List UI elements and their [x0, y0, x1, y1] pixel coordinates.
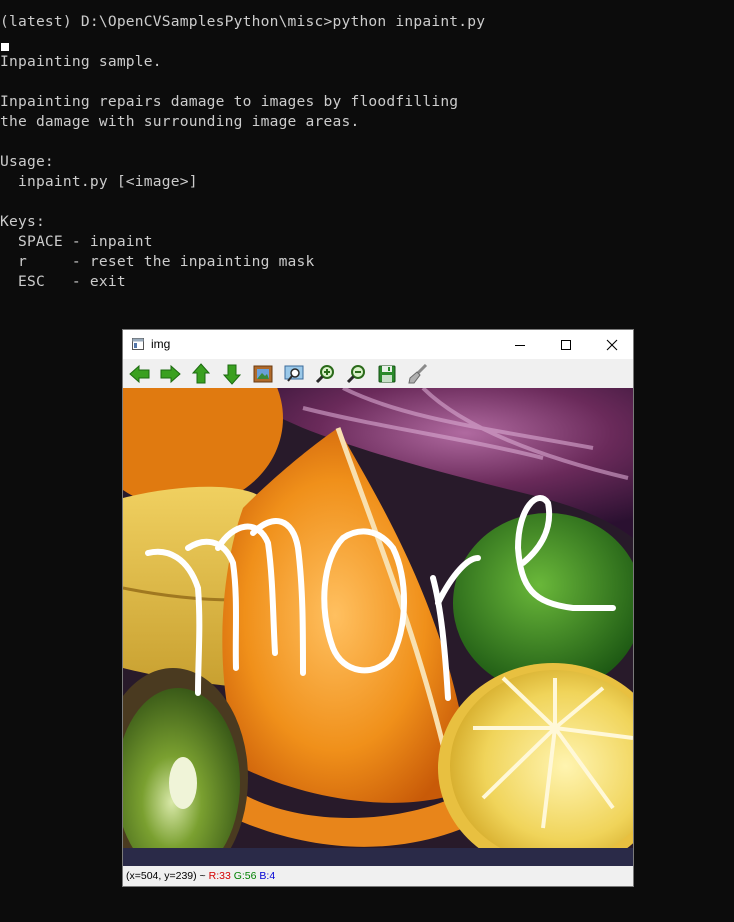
zoom-fit-button[interactable] [281, 362, 307, 386]
zoom-in-icon [315, 365, 334, 384]
console-cursor [1, 43, 9, 51]
console-line-keys-label: Keys: [0, 213, 45, 230]
image-window: img (x=504, y=239) ~ R:33 G:56 B:4 [122, 329, 634, 887]
window-app-icon [132, 338, 144, 350]
properties-button[interactable] [405, 362, 431, 386]
status-b-value: B:4 [259, 870, 276, 882]
status-r-value: R:33 [208, 870, 231, 882]
window-title: img [151, 337, 171, 351]
arrow-up-icon [191, 363, 211, 384]
pan-down-button[interactable] [219, 362, 245, 386]
console-line-heading: Inpainting sample. [0, 53, 162, 70]
console-line-usage: inpaint.py [<image>] [0, 173, 198, 190]
console-line-description-2: the damage with surrounding image areas. [0, 113, 360, 130]
image-icon [253, 365, 273, 383]
image-toolbar [123, 359, 633, 388]
zoom-original-button[interactable] [250, 362, 276, 386]
console-line-key-space: SPACE - inpaint [0, 233, 153, 250]
zoom-out-icon [346, 365, 365, 384]
zoom-window-icon [284, 365, 304, 382]
maximize-button[interactable] [543, 330, 589, 359]
minimize-icon [515, 344, 525, 346]
window-titlebar[interactable]: img [123, 330, 633, 359]
image-canvas[interactable] [123, 388, 633, 866]
status-g-value: G:56 [233, 870, 257, 882]
arrow-down-icon [222, 364, 242, 385]
pan-left-button[interactable] [127, 362, 153, 386]
maximize-icon [561, 339, 571, 350]
arrow-left-icon [129, 364, 150, 384]
console-line-key-esc: ESC - exit [0, 273, 126, 290]
zoom-in-button[interactable] [312, 362, 338, 386]
pan-right-button[interactable] [157, 362, 183, 386]
minimize-button[interactable] [497, 330, 543, 359]
status-coords: (x=504, y=239) ~ [126, 870, 206, 882]
fruit-photo [123, 388, 633, 866]
console-line-key-r: r - reset the inpainting mask [0, 253, 315, 270]
pan-up-button[interactable] [188, 362, 214, 386]
status-bar: (x=504, y=239) ~ R:33 G:56 B:4 [123, 867, 633, 886]
console-line-description-1: Inpainting repairs damage to images by f… [0, 93, 459, 110]
close-button[interactable] [589, 330, 635, 359]
close-icon [606, 339, 618, 350]
console-command-line: (latest) D:\OpenCVSamplesPython\misc>pyt… [0, 13, 486, 30]
arrow-right-icon [160, 364, 181, 384]
console-line-usage-label: Usage: [0, 153, 54, 170]
save-icon [378, 365, 396, 383]
zoom-out-button[interactable] [343, 362, 369, 386]
brush-icon [408, 364, 428, 384]
save-button[interactable] [374, 362, 400, 386]
